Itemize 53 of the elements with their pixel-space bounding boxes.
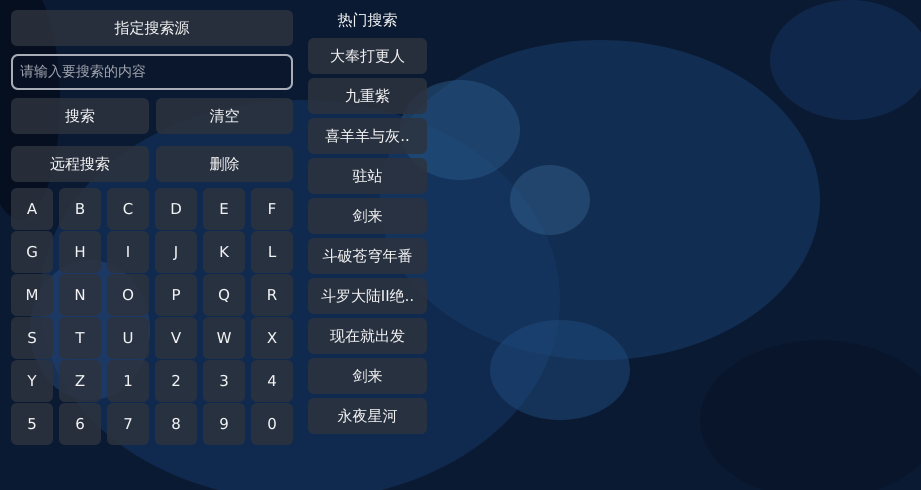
hot-search-item[interactable]: 斗破苍穹年番 — [308, 238, 427, 274]
hot-search-item[interactable]: 剑来 — [308, 358, 427, 394]
key-button[interactable]: 4 — [251, 360, 293, 402]
key-button[interactable]: 3 — [203, 360, 245, 402]
key-button[interactable]: E — [203, 188, 245, 230]
search-field[interactable]: 请输入要搜索的内容 — [11, 54, 293, 90]
key-button[interactable]: H — [59, 231, 101, 273]
key-button[interactable]: A — [11, 188, 53, 230]
hot-search-item[interactable]: 驻站 — [308, 158, 427, 194]
key-button[interactable]: L — [251, 231, 293, 273]
key-button[interactable]: O — [107, 274, 149, 316]
key-button[interactable]: 5 — [11, 403, 53, 445]
action-button[interactable]: 清空 — [156, 98, 293, 134]
source-button[interactable]: 指定搜索源 — [11, 10, 293, 46]
hot-search-item[interactable]: 永夜星河 — [308, 398, 427, 434]
key-button[interactable]: R — [251, 274, 293, 316]
key-button[interactable]: 1 — [107, 360, 149, 402]
key-button[interactable]: F — [251, 188, 293, 230]
action-button[interactable]: 远程搜索 — [11, 146, 148, 182]
key-button[interactable]: 7 — [107, 403, 149, 445]
key-button[interactable]: S — [11, 317, 53, 359]
key-button[interactable]: 9 — [203, 403, 245, 445]
hot-search-item[interactable]: 现在就出发 — [308, 318, 427, 354]
action-button[interactable]: 删除 — [156, 146, 293, 182]
key-button[interactable]: 6 — [59, 403, 101, 445]
key-button[interactable]: V — [155, 317, 197, 359]
key-button[interactable]: B — [59, 188, 101, 230]
key-button[interactable]: U — [107, 317, 149, 359]
key-button[interactable]: 2 — [155, 360, 197, 402]
key-button[interactable]: N — [59, 274, 101, 316]
key-button[interactable]: X — [251, 317, 293, 359]
key-button[interactable]: I — [107, 231, 149, 273]
hot-search-title: 热门搜索 — [336, 10, 398, 31]
key-button[interactable]: Y — [11, 360, 53, 402]
hot-search-item[interactable]: 剑来 — [308, 198, 427, 234]
key-button[interactable]: K — [203, 231, 245, 273]
key-button[interactable]: J — [155, 231, 197, 273]
key-button[interactable]: Z — [59, 360, 101, 402]
hot-search-item[interactable]: 斗罗大陆II绝.. — [308, 278, 427, 314]
key-button[interactable]: 0 — [251, 403, 293, 445]
key-button[interactable]: M — [11, 274, 53, 316]
key-button[interactable]: P — [155, 274, 197, 316]
hot-search-item[interactable]: 大奉打更人 — [308, 38, 427, 74]
key-button[interactable]: 8 — [155, 403, 197, 445]
key-button[interactable]: T — [59, 317, 101, 359]
key-button[interactable]: Q — [203, 274, 245, 316]
key-button[interactable]: D — [155, 188, 197, 230]
key-button[interactable]: C — [107, 188, 149, 230]
hot-search-item[interactable]: 九重紫 — [308, 78, 427, 114]
action-button[interactable]: 搜索 — [11, 98, 148, 134]
key-button[interactable]: G — [11, 231, 53, 273]
hot-search-item[interactable]: 喜羊羊与灰.. — [308, 118, 427, 154]
key-button[interactable]: W — [203, 317, 245, 359]
